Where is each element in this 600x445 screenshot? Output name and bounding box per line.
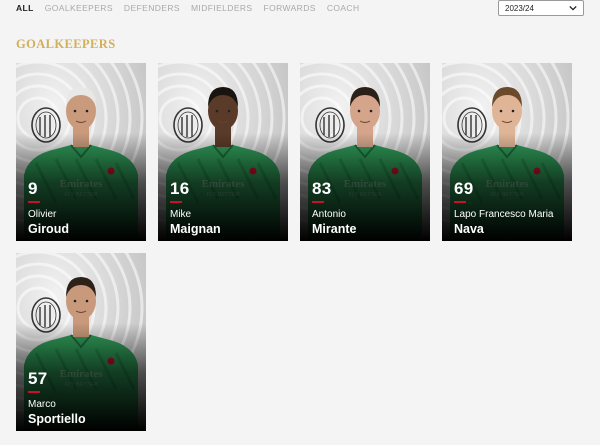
player-last-name: Maignan xyxy=(170,222,221,236)
player-card[interactable]: EmiratesFLY BETTER 9 Olivier Giroud xyxy=(16,63,146,241)
player-first-name: Antonio xyxy=(312,209,346,220)
player-number: 16 xyxy=(170,179,190,198)
player-first-name: Olivier xyxy=(28,209,57,220)
number-underline xyxy=(28,201,40,203)
player-card[interactable]: EmiratesFLY BETTER 83 Antonio Mirante xyxy=(300,63,430,241)
tab-midfielders[interactable]: MIDFIELDERS xyxy=(191,3,253,13)
player-last-name: Sportiello xyxy=(28,412,86,426)
player-last-name: Mirante xyxy=(312,222,357,236)
player-last-name: Nava xyxy=(454,222,484,236)
tab-forwards[interactable]: FORWARDS xyxy=(264,3,316,13)
player-first-name: Marco xyxy=(28,399,56,410)
tab-defenders[interactable]: DEFENDERS xyxy=(124,3,180,13)
player-card[interactable]: EmiratesFLY BETTER 57 Marco Sportiello xyxy=(16,253,146,431)
player-card[interactable]: EmiratesFLY BETTER 16 Mike Maignan xyxy=(158,63,288,241)
number-underline xyxy=(170,201,182,203)
player-number: 9 xyxy=(28,179,38,198)
number-underline xyxy=(312,201,324,203)
player-first-name: Lapo Francesco Maria xyxy=(454,209,554,220)
tab-all[interactable]: ALL xyxy=(16,3,34,13)
season-select[interactable]: 2023/24 xyxy=(498,0,584,16)
player-first-name: Mike xyxy=(170,209,192,220)
season-select-value: 2023/24 xyxy=(505,4,534,13)
section-title: GOALKEEPERS xyxy=(16,37,116,51)
player-number: 69 xyxy=(454,179,474,198)
tab-goalkeepers[interactable]: GOALKEEPERS xyxy=(45,3,113,13)
number-underline xyxy=(28,391,40,393)
player-last-name: Giroud xyxy=(28,222,69,236)
chevron-down-icon xyxy=(569,5,577,11)
number-underline xyxy=(454,201,466,203)
tab-coach[interactable]: COACH xyxy=(327,3,360,13)
position-filter-tabs: ALL GOALKEEPERS DEFENDERS MIDFIELDERS FO… xyxy=(16,3,360,13)
player-number: 57 xyxy=(28,369,48,388)
player-number: 83 xyxy=(312,179,332,198)
player-card[interactable]: EmiratesFLY BETTER 69 Lapo Francesco Mar… xyxy=(442,63,572,241)
